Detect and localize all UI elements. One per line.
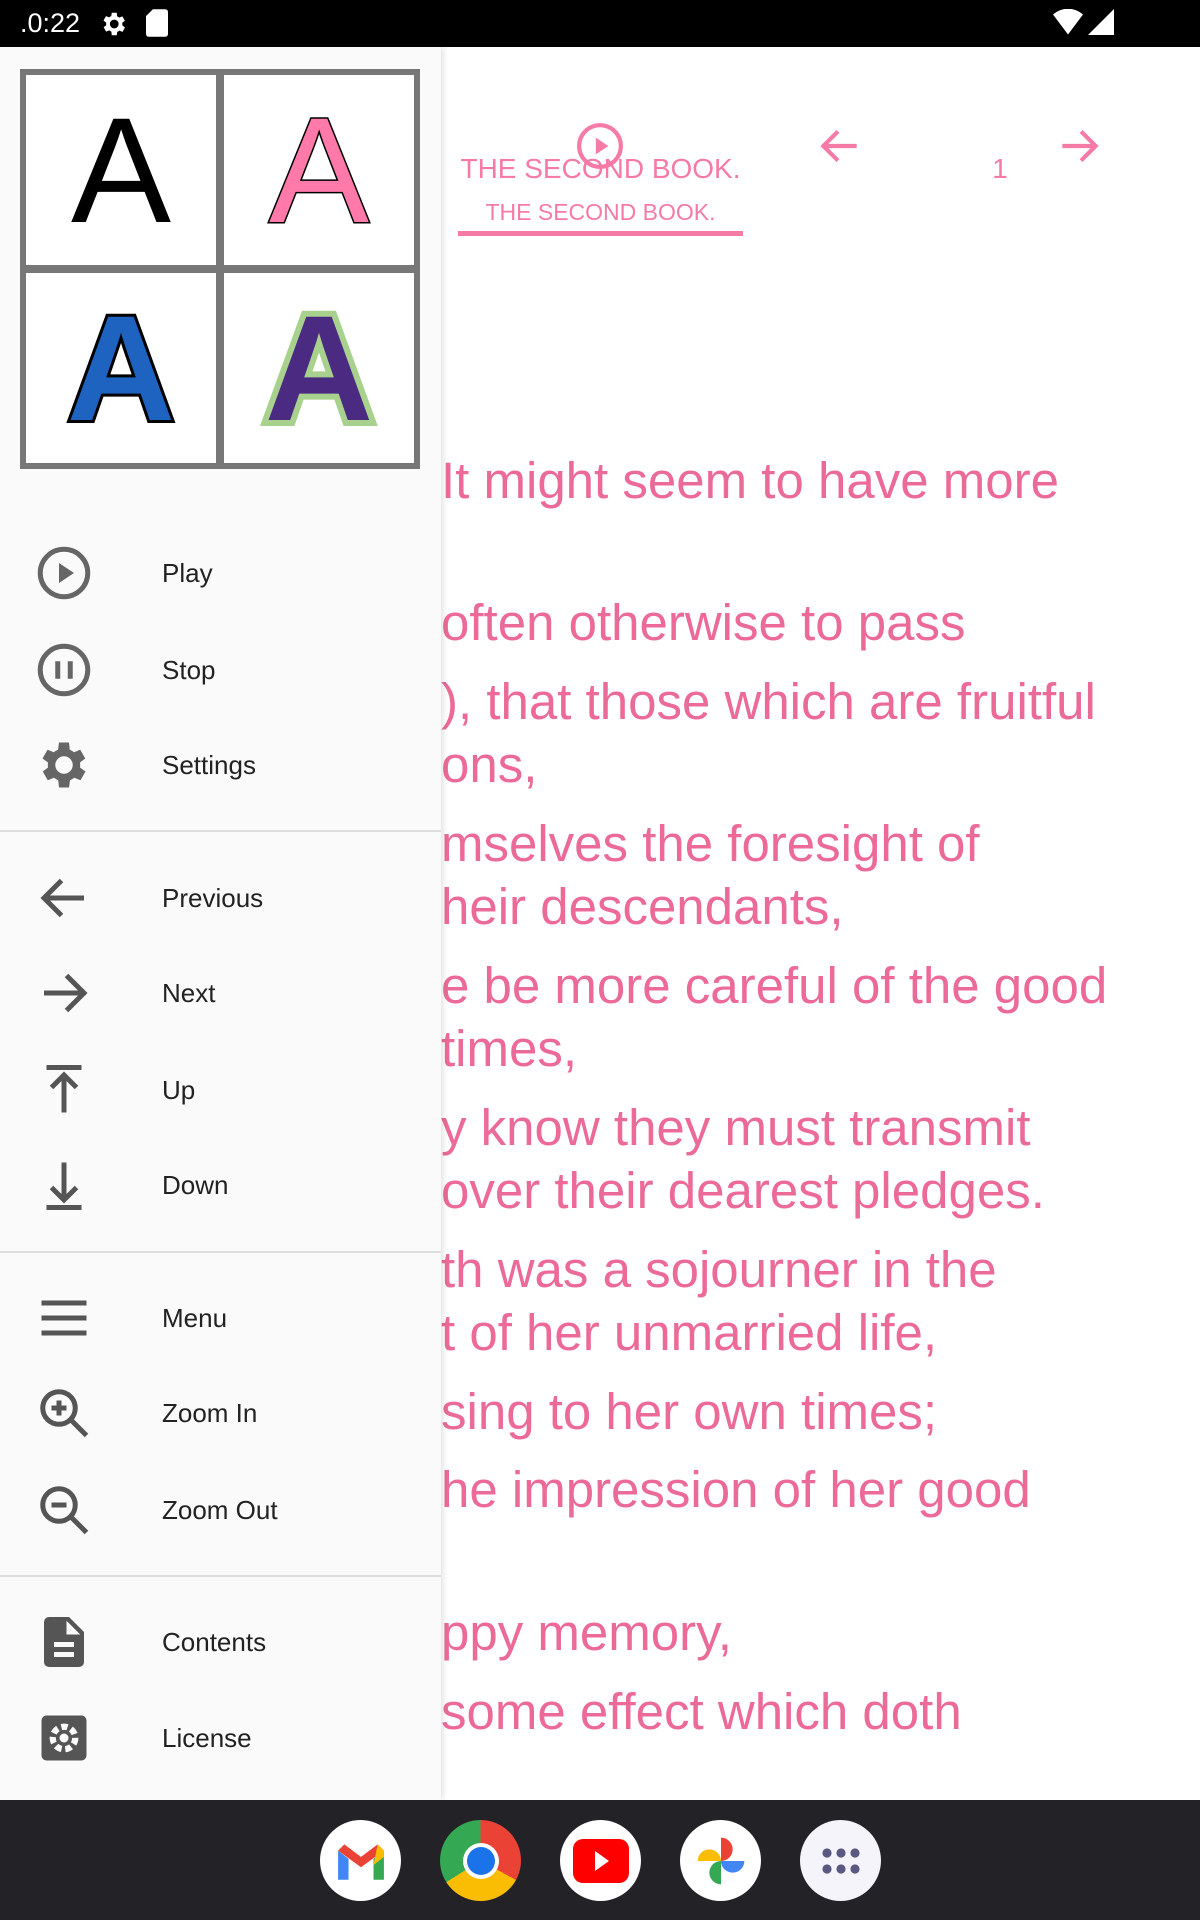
drawer-item-label: Up xyxy=(162,1074,196,1105)
zoom-out-icon xyxy=(40,1486,89,1535)
arrow-down-to-bottom-icon xyxy=(46,1162,82,1210)
zoom-in-icon xyxy=(40,1389,89,1438)
text-line: heir descendants, xyxy=(441,878,844,935)
tile-letter: A xyxy=(64,284,178,452)
text-line: sing to her own times; xyxy=(441,1383,938,1440)
document-icon xyxy=(44,1617,84,1667)
text-line: It might seem to have more xyxy=(441,452,1059,509)
text-line: over their dearest pledges. xyxy=(441,1162,1045,1219)
font-style-grid: A A A A xyxy=(20,69,420,469)
text-line: he impression of her good xyxy=(441,1461,1031,1518)
chrome-icon[interactable] xyxy=(440,1820,521,1901)
pause-circle-icon xyxy=(37,643,91,697)
gmail-icon[interactable] xyxy=(320,1820,401,1901)
drawer-item-label: Down xyxy=(162,1169,229,1200)
text-line: t of her unmarried life, xyxy=(441,1304,938,1361)
divider xyxy=(0,1575,441,1577)
text-line: mselves the foresight of xyxy=(441,815,980,872)
arrow-up-to-top-icon xyxy=(46,1065,82,1113)
divider xyxy=(0,1251,441,1253)
arrow-left-icon xyxy=(40,878,84,918)
youtube-icon[interactable] xyxy=(560,1820,641,1901)
drawer-item-label: Stop xyxy=(162,654,216,685)
drawer-item-up[interactable]: Up xyxy=(0,1045,441,1135)
drawer-item-label: Contents xyxy=(162,1626,267,1657)
drawer-item-label: Play xyxy=(162,557,213,588)
drawer-item-label: Menu xyxy=(162,1302,228,1333)
text-line: often otherwise to pass xyxy=(441,594,966,651)
text-line: th was a sojourner in the xyxy=(441,1241,997,1298)
play-circle-icon xyxy=(37,546,91,600)
drawer-item-zoom-in[interactable]: Zoom In xyxy=(0,1368,441,1458)
drawer-item-settings[interactable]: Settings xyxy=(0,720,441,810)
tile-letter: A xyxy=(267,86,370,254)
drawer-item-down[interactable]: Down xyxy=(0,1140,441,1230)
divider xyxy=(0,830,441,832)
drawer-item-label: Previous xyxy=(162,882,264,913)
font-style-tile[interactable]: A xyxy=(224,75,414,265)
signal-icon xyxy=(1088,9,1114,35)
tab-subtitle[interactable]: THE SECOND BOOK. xyxy=(458,199,743,226)
drawer-item-previous[interactable]: Previous xyxy=(0,853,441,943)
drawer-item-label: License xyxy=(162,1722,252,1753)
page-number[interactable]: 1 xyxy=(980,153,1020,185)
gear-icon xyxy=(42,742,86,788)
drawer-item-stop[interactable]: Stop xyxy=(0,625,441,715)
font-style-tile[interactable]: A xyxy=(26,75,216,265)
arrow-left-icon[interactable] xyxy=(815,121,865,171)
photos-icon[interactable] xyxy=(680,1820,761,1901)
navigation-bar xyxy=(0,1800,1200,1920)
gear-square-icon xyxy=(41,1715,87,1761)
wifi-icon xyxy=(1053,9,1083,35)
text-line: y know they must transmit xyxy=(441,1099,1031,1156)
text-line: e be more careful of the good xyxy=(441,957,1108,1014)
drawer-item-contents[interactable]: Contents xyxy=(0,1597,441,1687)
tab-title[interactable]: THE SECOND BOOK. xyxy=(458,153,743,185)
status-bar: .0:22 xyxy=(0,0,1200,47)
tab-indicator xyxy=(458,231,743,236)
settings-icon xyxy=(103,12,125,36)
text-line: ppy memory, xyxy=(441,1604,732,1661)
tile-letter: A xyxy=(70,86,172,254)
drawer-item-next[interactable]: Next xyxy=(0,948,441,1038)
drawer-item-label: Settings xyxy=(162,749,256,780)
text-line: ), that those which are fruitful xyxy=(441,673,1096,730)
text-line: ons, xyxy=(441,736,538,793)
status-time: .0:22 xyxy=(20,8,81,38)
font-style-tile[interactable]: A xyxy=(26,273,216,463)
sd-card-icon xyxy=(146,9,168,37)
drawer-item-menu[interactable]: Menu xyxy=(0,1273,441,1363)
arrow-right-icon[interactable] xyxy=(1054,121,1104,171)
hamburger-icon xyxy=(41,1300,87,1336)
drawer-item-label: Next xyxy=(162,977,216,1008)
drawer-item-play[interactable]: Play xyxy=(0,528,441,618)
text-line: some effect which doth xyxy=(441,1683,962,1740)
drawer-item-label: Zoom Out xyxy=(162,1494,278,1525)
font-style-tile[interactable]: A xyxy=(224,273,414,463)
app-drawer-icon[interactable] xyxy=(800,1820,881,1901)
arrow-right-icon xyxy=(44,973,88,1013)
drawer-item-license[interactable]: License xyxy=(0,1693,441,1783)
drawer-item-label: Zoom In xyxy=(162,1397,258,1428)
drawer-item-zoom-out[interactable]: Zoom Out xyxy=(0,1465,441,1555)
text-line: times, xyxy=(441,1020,578,1077)
navigation-drawer: A A A A Play Stop Settings Previous Next… xyxy=(0,47,441,1800)
tile-letter: A xyxy=(259,284,379,452)
